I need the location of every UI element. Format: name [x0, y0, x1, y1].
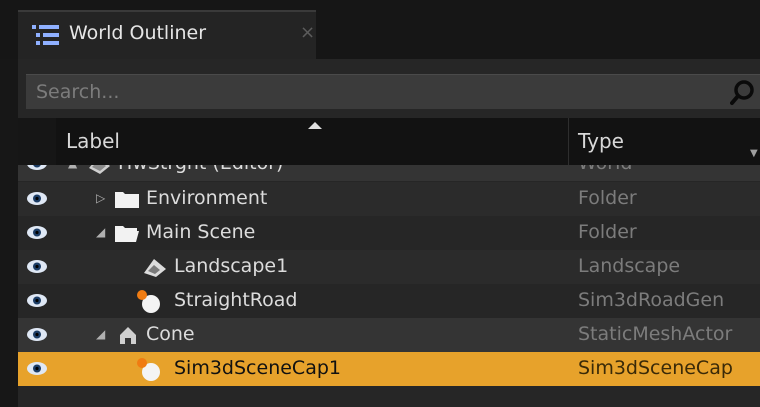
row-type: Folder	[578, 187, 637, 209]
close-icon[interactable]: ×	[300, 22, 315, 43]
list-icon	[32, 25, 59, 45]
search-box	[26, 74, 760, 109]
sort-ascending-icon	[308, 122, 322, 129]
world-icon	[89, 165, 110, 174]
search-icon[interactable]	[730, 80, 756, 106]
actor-sphere-icon	[137, 290, 160, 313]
eye-icon[interactable]	[26, 361, 48, 376]
outliner-tree: ▲ HwStrght (Editor) World ▷ Environment …	[18, 165, 760, 407]
label-column-header[interactable]: Label	[66, 129, 120, 153]
column-divider[interactable]	[568, 118, 569, 165]
folder-open-icon	[115, 226, 139, 242]
column-header: Label Type ▼	[18, 118, 760, 165]
tree-row-selected[interactable]: Sim3dSceneCap1 Sim3dSceneCap	[18, 352, 760, 386]
actor-sphere-icon	[137, 358, 160, 381]
tab-world-outliner[interactable]: World Outliner ×	[18, 10, 316, 61]
tree-row[interactable]: ▷ Environment Folder	[18, 182, 760, 216]
landscape-icon	[144, 259, 166, 277]
eye-icon[interactable]	[26, 225, 48, 240]
eye-icon[interactable]	[26, 259, 48, 274]
tree-row[interactable]: ◢ Cone StaticMeshActor	[18, 318, 760, 352]
search-input[interactable]	[26, 75, 716, 109]
collapse-arrow-icon[interactable]: ◢	[96, 326, 110, 342]
tree-row[interactable]: ▲ HwStrght (Editor) World	[18, 165, 760, 181]
eye-icon[interactable]	[26, 327, 48, 342]
eye-icon[interactable]	[26, 293, 48, 308]
outliner-panel: Label Type ▼ ▲ HwStrght (Editor) World ▷…	[18, 59, 760, 407]
visibility-column-header	[18, 118, 56, 165]
tab-bar: World Outliner ×	[0, 0, 760, 61]
column-options-icon[interactable]: ▼	[750, 148, 758, 159]
row-label: Cone	[146, 323, 195, 345]
row-label: HwStrght (Editor)	[118, 165, 283, 174]
row-label: StraightRoad	[174, 289, 298, 311]
row-type: Sim3dRoadGen	[578, 289, 725, 311]
tree-row[interactable]: Landscape1 Landscape	[18, 250, 760, 284]
eye-icon[interactable]	[26, 165, 48, 171]
type-column-header[interactable]: Type	[578, 129, 624, 153]
tree-row[interactable]: ◢ Main Scene Folder	[18, 216, 760, 250]
static-mesh-icon	[120, 327, 136, 344]
tab-title: World Outliner	[69, 22, 207, 44]
row-label: Landscape1	[174, 255, 289, 277]
folder-icon	[115, 192, 139, 208]
row-type: StaticMeshActor	[578, 323, 733, 345]
collapse-arrow-icon[interactable]: ▲	[68, 165, 82, 171]
collapse-arrow-icon[interactable]: ◢	[96, 224, 110, 240]
row-type: Sim3dSceneCap	[578, 357, 733, 379]
row-label: Main Scene	[146, 221, 256, 243]
tree-row[interactable]: StraightRoad Sim3dRoadGen	[18, 284, 760, 318]
eye-icon[interactable]	[26, 191, 48, 206]
row-label: Sim3dSceneCap1	[174, 357, 341, 379]
row-type: World	[578, 165, 632, 174]
row-label: Environment	[146, 187, 268, 209]
expand-arrow-icon[interactable]: ▷	[96, 190, 110, 206]
row-type: Landscape	[578, 255, 681, 277]
row-type: Folder	[578, 221, 637, 243]
